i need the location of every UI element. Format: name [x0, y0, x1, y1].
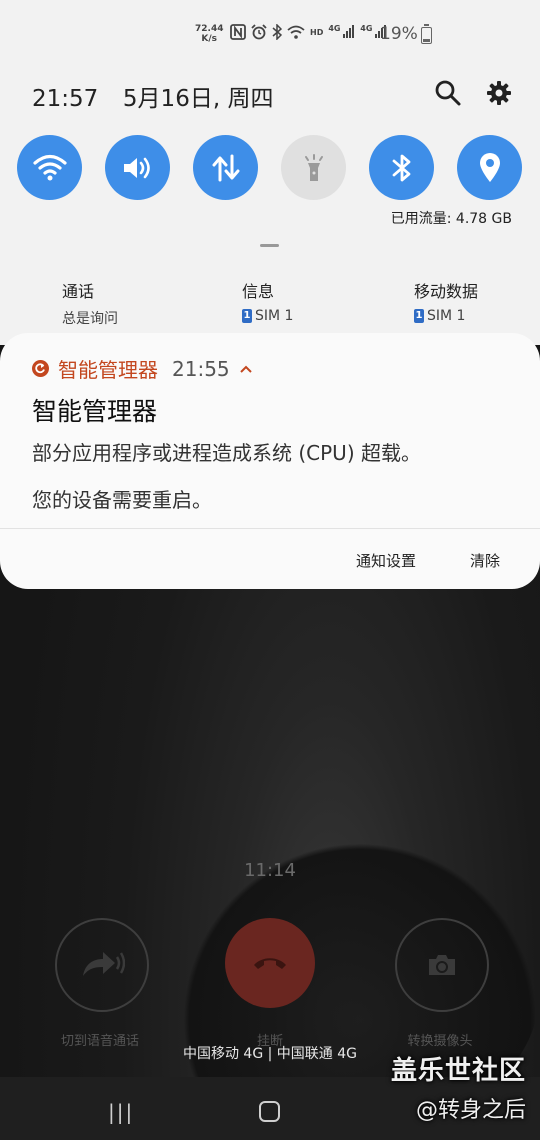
bluetooth-tile[interactable]: [369, 135, 434, 200]
location-pin-icon: [479, 152, 500, 182]
watermark-community: 盖乐世社区: [390, 1056, 526, 1086]
watermark-author: @转身之后: [415, 1098, 526, 1123]
forward-audio-icon: [83, 952, 125, 976]
location-tile[interactable]: [457, 135, 522, 200]
notification-body-line2: 您的设备需要重启。: [32, 488, 212, 512]
bluetooth-status-icon: [272, 24, 282, 40]
notification-time: 21:55: [172, 356, 230, 381]
signal-sim1: 4G: [328, 24, 355, 40]
notification-body-line1: 部分应用程序或进程造成系统 (CPU) 超载。: [32, 441, 421, 465]
bluetooth-icon: [392, 154, 410, 181]
network-speed: 72.44 K/s: [195, 24, 223, 44]
sim-calls[interactable]: 通话 总是询问: [62, 278, 118, 328]
sim-messages[interactable]: 信息 1 SIM 1: [242, 278, 293, 324]
hd-voice-label: HD: [310, 27, 324, 37]
flashlight-icon: [304, 153, 323, 181]
clock-time: 21:57: [32, 86, 99, 112]
sim-calls-value: 总是询问: [62, 311, 118, 327]
sim-mobile-data[interactable]: 移动数据 1 SIM 1: [414, 278, 478, 324]
call-duration: 11:14: [244, 860, 296, 881]
volume-icon: [123, 157, 150, 178]
notification-divider: [0, 528, 540, 529]
wifi-tile[interactable]: [17, 135, 82, 200]
status-bar: 72.44 K/s HD 4G 4G 19%: [0, 22, 540, 48]
status-icons: HD 4G 4G: [230, 24, 387, 40]
settings-gear-icon[interactable]: [486, 80, 512, 106]
home-button[interactable]: [259, 1101, 280, 1122]
alarm-icon: [251, 24, 267, 40]
nfc-icon: [230, 24, 246, 40]
sim-calls-title: 通话: [62, 282, 95, 301]
sound-tile[interactable]: [105, 135, 170, 200]
chevron-up-icon[interactable]: [239, 361, 252, 377]
switch-to-voice-button[interactable]: [55, 918, 149, 1012]
battery-icon: [421, 24, 432, 44]
recent-apps-button[interactable]: |||: [108, 1100, 134, 1124]
refresh-glyph-icon: [35, 363, 45, 374]
network-speed-value: 72.44: [195, 24, 224, 34]
lte-label-sim2: 4G: [360, 24, 373, 33]
switch-camera-button[interactable]: [395, 918, 489, 1012]
notification-app-name: 智能管理器: [58, 358, 158, 382]
lte-label-sim1: 4G: [328, 24, 341, 33]
notification-settings-button[interactable]: 通知设置: [356, 550, 416, 571]
sim-mobile-data-value: SIM 1: [427, 308, 466, 324]
end-call-button[interactable]: [225, 918, 315, 1008]
clear-notifications-button[interactable]: 清除: [470, 550, 500, 571]
search-icon[interactable]: [434, 79, 462, 107]
camera-switch-icon: [429, 955, 455, 975]
date-time[interactable]: 21:57 5月16日, 周四: [32, 79, 273, 113]
mobile-data-tile[interactable]: [193, 135, 258, 200]
network-speed-unit: K/s: [201, 34, 218, 44]
sim-messages-title: 信息: [242, 282, 275, 301]
date-text: 5月16日, 周四: [122, 86, 274, 112]
flashlight-tile[interactable]: [281, 135, 346, 200]
hang-up-icon: [254, 958, 286, 969]
expand-handle[interactable]: [260, 244, 279, 247]
wifi-icon: [32, 154, 67, 180]
notification-title: 智能管理器: [32, 397, 158, 426]
notification-header[interactable]: 智能管理器 21:55: [32, 354, 252, 383]
battery-percent: 19%: [380, 24, 418, 44]
sim1-badge-icon: 1: [414, 309, 424, 323]
data-usage: 已用流量: 4.78 GB: [390, 211, 512, 227]
sim1-badge-icon: 1: [242, 309, 252, 323]
signal-bars-icon: [343, 25, 355, 38]
sim-mobile-data-title: 移动数据: [414, 282, 479, 301]
device-care-icon: [32, 360, 49, 377]
sim-messages-value: SIM 1: [255, 308, 294, 324]
wifi-status-icon: [287, 25, 305, 39]
data-transfer-icon: [212, 154, 239, 181]
